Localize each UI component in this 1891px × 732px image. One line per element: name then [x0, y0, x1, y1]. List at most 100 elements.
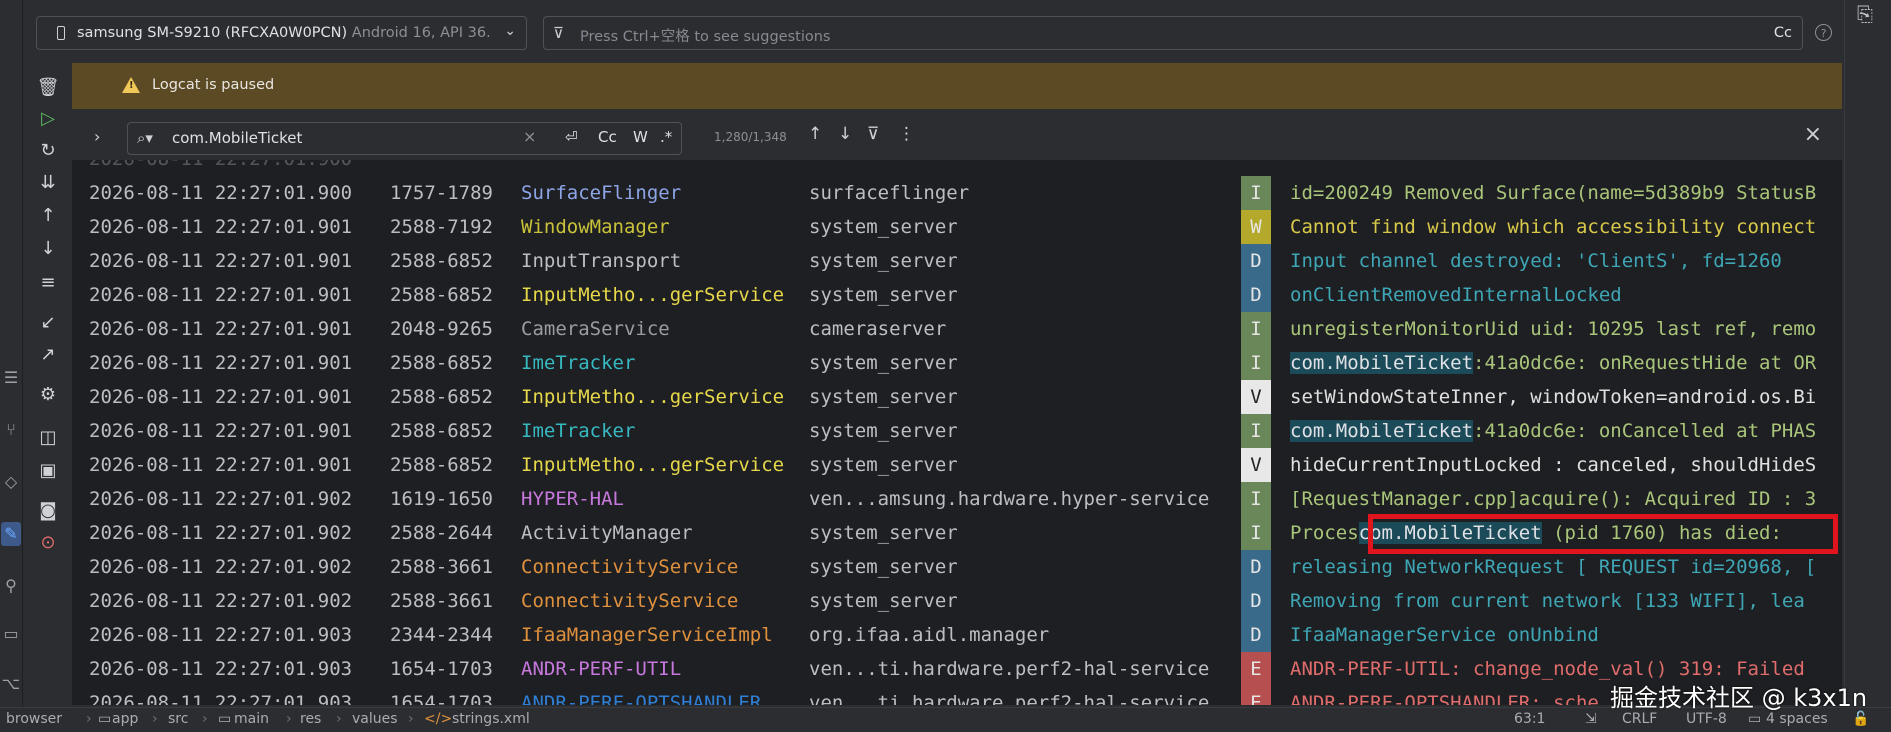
indent[interactable]: 4 spaces	[1766, 711, 1828, 727]
log-process: ven...amsung.hardware.hyper-service	[809, 488, 1210, 510]
log-process: cameraserver	[809, 318, 947, 340]
inspect-icon[interactable]: ⎘	[1857, 2, 1881, 28]
regex-button[interactable]: .*	[660, 128, 672, 146]
restart-icon[interactable]: ↻	[35, 138, 61, 164]
log-timestamp: 2026-08-11 22:27:01.902	[89, 590, 353, 612]
folder-icon[interactable]: ▣	[35, 458, 61, 484]
log-row: 2026-08-11 22:27:01.902 2588-3661 Connecti…	[72, 584, 1842, 618]
log-process: system_server	[809, 352, 958, 374]
log-row-partial: 2026-08-11 22:27:01.900	[72, 160, 1842, 176]
log-timestamp: 2026-08-11 22:27:01.901	[89, 352, 353, 374]
log-message: com.MobileTicket:41a0dc6e: onCancelled a…	[1290, 414, 1842, 448]
settings-icon[interactable]: ⚙	[35, 382, 61, 408]
log-process: system_server	[809, 556, 958, 578]
log-message-text: hideCurrentInputLocked : canceled, shoul…	[1290, 454, 1817, 476]
search-icon[interactable]: ⌕▾	[137, 129, 153, 147]
log-process: system_server	[809, 454, 958, 476]
screenshot-icon[interactable]: ◙	[35, 498, 61, 524]
scroll-to-end-icon[interactable]: ⇊	[35, 170, 61, 196]
filter-matches-icon[interactable]: ⊽	[867, 124, 879, 144]
log-process: system_server	[809, 216, 958, 238]
log-pid: 1619-1650	[390, 488, 493, 510]
match-case-button[interactable]: Cc	[598, 128, 617, 146]
split-icon[interactable]: ◫	[35, 425, 61, 451]
log-row: 2026-08-11 22:27:01.902 2588-3661 Connecti…	[72, 550, 1842, 584]
annotation-highlight-box	[1368, 514, 1838, 554]
resume-icon[interactable]: ▷	[35, 106, 61, 132]
encoding[interactable]: UTF-8	[1686, 711, 1727, 727]
log-tag: ImeTracker	[521, 352, 636, 374]
log-process: surfaceflinger	[809, 182, 970, 204]
log-level-badge: E	[1241, 686, 1271, 705]
collapse-icon[interactable]: ↙	[35, 310, 61, 336]
log-level-badge: I	[1241, 346, 1271, 380]
log-message-text: releasing NetworkRequest [ REQUEST id=20…	[1290, 556, 1817, 578]
log-timestamp: 2026-08-11 22:27:01.900	[89, 182, 353, 204]
log-tag: InputTransport	[521, 250, 682, 272]
log-message: IfaaManagerService onUnbind	[1290, 618, 1842, 652]
previous-match-icon[interactable]: ↑	[808, 124, 822, 144]
log-tag: CameraService	[521, 318, 670, 340]
terminal-icon[interactable]: ▭	[1, 622, 21, 646]
log-timestamp: 2026-08-11 22:27:01.901	[89, 386, 353, 408]
folder-icon: ▭	[218, 711, 232, 727]
breadcrumb-app[interactable]: app	[112, 711, 138, 727]
expand-icon[interactable]: ↗	[35, 342, 61, 368]
lock-icon[interactable]: 🔓	[1852, 711, 1869, 727]
soft-wrap-icon[interactable]: ≡	[35, 270, 61, 296]
clear-icon[interactable]: ×	[523, 127, 536, 146]
list-icon[interactable]: ☰	[1, 366, 21, 390]
log-tag: ImeTracker	[521, 420, 636, 442]
debug-icon[interactable]: ⚲	[1, 574, 21, 598]
arrow-down-icon[interactable]: ↓	[35, 236, 61, 262]
chevron-down-icon: ⌄	[504, 23, 516, 39]
tag-icon[interactable]: ◇	[1, 470, 21, 494]
log-row: 2026-08-11 22:27:01.903 1654-1703 ANDR-PER…	[72, 652, 1842, 686]
words-button[interactable]: W	[633, 128, 648, 146]
log-message: Input channel destroyed: 'ClientS', fd=1…	[1290, 244, 1842, 278]
newline-icon[interactable]: ⏎	[565, 128, 578, 146]
breadcrumb-src[interactable]: src	[168, 711, 188, 727]
log-row: 2026-08-11 22:27:01.900 1757-1789 SurfaceF…	[72, 176, 1842, 210]
log-pid: 2048-9265	[390, 318, 493, 340]
log-process: system_server	[809, 250, 958, 272]
log-row: 2026-08-11 22:27:01.901 2588-6852 InputMet…	[72, 448, 1842, 482]
logcat-output[interactable]: 2026-08-11 22:27:01.900 2026-08-11 22:27…	[72, 160, 1842, 705]
arrow-up-icon[interactable]: ↑	[35, 203, 61, 229]
line-separator[interactable]: CRLF	[1622, 711, 1657, 727]
device-selector[interactable]: samsung SM-S9210 (RFCXA0W0PCN) Android 1…	[36, 16, 527, 50]
help-icon[interactable]: ?	[1815, 24, 1832, 41]
more-options-icon[interactable]: ⋮	[898, 124, 915, 144]
git-icon[interactable]: ⌥	[1, 672, 21, 696]
log-process: system_server	[809, 590, 958, 612]
chevron-right-icon[interactable]: ›	[94, 127, 100, 146]
log-level-badge: E	[1241, 652, 1271, 686]
breadcrumb-res[interactable]: res	[300, 711, 321, 727]
breadcrumb-main[interactable]: main	[234, 711, 269, 727]
log-message: Removing from current network [133 WIFI]…	[1290, 584, 1842, 618]
record-icon[interactable]: ⊙	[35, 530, 61, 556]
close-icon[interactable]: ×	[1804, 122, 1822, 147]
log-message: setWindowStateInner, windowToken=android…	[1290, 380, 1842, 414]
log-tag: SurfaceFlinger	[521, 182, 682, 204]
branch-icon[interactable]: ⑂	[1, 418, 21, 442]
log-row: 2026-08-11 22:27:01.901 2048-9265 CameraSe…	[72, 312, 1842, 346]
status-bar: browser › ▭ app › src › ▭ main › res › v…	[0, 707, 1891, 732]
logcat-filter-input[interactable]: ⊽ Press Ctrl+空格 to see suggestions Cc	[543, 16, 1803, 50]
log-message: com.MobileTicket:41a0dc6e: onRequestHide…	[1290, 346, 1842, 380]
match-case-toggle[interactable]: Cc	[1774, 25, 1792, 41]
next-match-icon[interactable]: ↓	[838, 124, 852, 144]
log-pid: 2588-6852	[390, 284, 493, 306]
breadcrumb-values[interactable]: values	[352, 711, 398, 727]
find-input[interactable]: ⌕▾ com.MobileTicket × ⏎ Cc W .*	[127, 122, 682, 155]
cursor-position[interactable]: 63:1	[1514, 711, 1545, 727]
log-level-badge: W	[1241, 210, 1271, 244]
log-message-text: IfaaManagerService onUnbind	[1290, 624, 1599, 646]
log-message: releasing NetworkRequest [ REQUEST id=20…	[1290, 550, 1842, 584]
breadcrumb-file[interactable]: strings.xml	[452, 711, 530, 727]
logcat-icon[interactable]: ✎	[1, 522, 21, 546]
log-message-text: onClientRemovedInternalLocked	[1290, 284, 1622, 306]
trash-icon[interactable]: 🗑	[35, 75, 61, 101]
log-timestamp: 2026-08-11 22:27:01.901	[89, 284, 353, 306]
breadcrumb-browser[interactable]: browser	[6, 711, 62, 727]
